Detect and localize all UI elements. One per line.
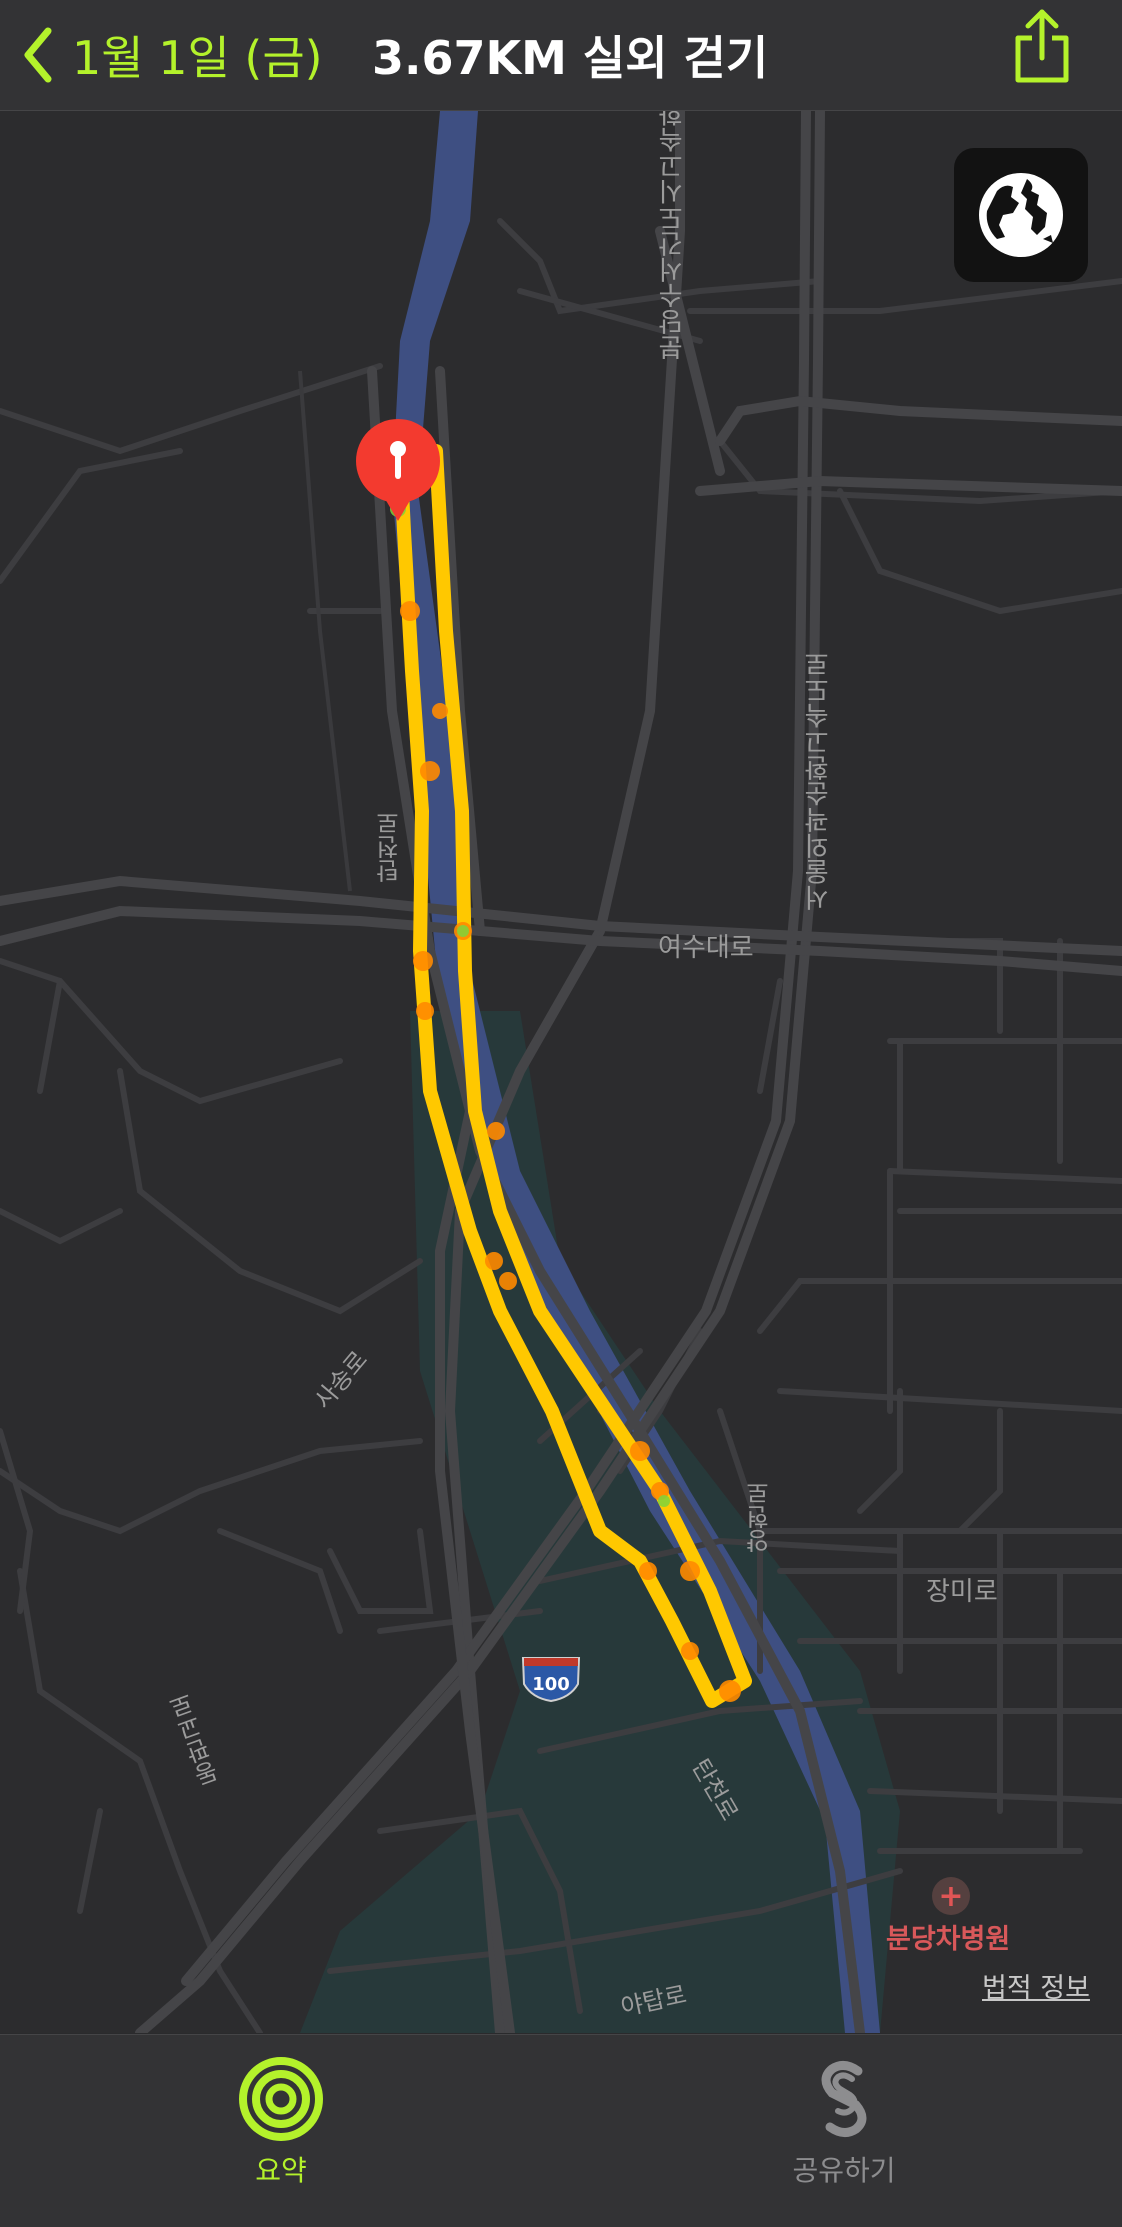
minor-road <box>777 1388 1122 1414</box>
pace-marker <box>719 1680 741 1702</box>
pace-marker <box>400 601 420 621</box>
minor-road <box>217 1528 343 1634</box>
minor-road <box>0 1208 123 1245</box>
pace-marker <box>485 1252 503 1270</box>
minor-road <box>0 448 183 584</box>
minor-road <box>757 1278 1122 1334</box>
slow-marker <box>658 1495 670 1507</box>
road-label: 양현로 <box>746 1481 774 1553</box>
road-label: 장미로 <box>926 1577 998 1607</box>
tab-sharing-label: 공유하기 <box>792 2154 896 2187</box>
minor-road <box>867 1788 1122 1804</box>
pace-marker <box>487 1122 505 1140</box>
activity-rings-icon <box>239 2057 323 2141</box>
minor-road <box>0 1428 34 1614</box>
minor-road <box>957 1408 1003 1534</box>
minor-road <box>837 488 1122 615</box>
workout-title: 3.67KM 실외 걷기 <box>372 31 769 85</box>
route-100-shield-icon: 100 <box>521 1657 581 1703</box>
back-label: 1월 1일 (금) <box>72 31 323 85</box>
overpass <box>715 395 1122 446</box>
map-canvas <box>0 111 1122 2033</box>
navigation-bar: 1월 1일 (금) 3.67KM 실외 걷기 <box>0 0 1122 111</box>
route-shield: 100 <box>520 1654 582 1703</box>
pace-marker <box>499 1272 517 1290</box>
back-button[interactable]: 1월 1일 (금) <box>22 10 323 100</box>
minor-road <box>77 1808 103 1914</box>
route-map[interactable]: 분당수서간도시고속화 서울외곽순환고속도로 탄천로 여수대로 사송로 양현로 장… <box>0 111 1122 2033</box>
start-pin-icon[interactable] <box>354 417 444 525</box>
minor-road <box>887 1168 1122 1184</box>
overpass <box>695 475 1122 496</box>
legal-info-link[interactable]: 법적 정보 <box>982 1966 1090 2005</box>
pace-marker <box>630 1441 650 1461</box>
road-label: 분당수서간도시고속화 <box>658 111 688 361</box>
tab-summary-label: 요약 <box>255 2154 307 2187</box>
sharing-icon <box>821 2061 867 2137</box>
minor-road <box>327 1528 434 1614</box>
pace-marker <box>420 761 440 781</box>
pace-marker <box>680 1561 700 1581</box>
pace-marker <box>639 1562 657 1580</box>
chevron-left-icon <box>24 27 52 83</box>
minor-road <box>857 1388 903 1514</box>
share-icon <box>1015 9 1069 83</box>
tab-bar: 요약 공유하기 <box>0 2034 1122 2227</box>
road-label: 여수대로 <box>658 933 754 963</box>
pace-marker <box>432 703 448 719</box>
tab-sharing[interactable]: 공유하기 <box>744 2055 944 2189</box>
pace-marker <box>681 1642 699 1660</box>
tab-summary[interactable]: 요약 <box>181 2055 381 2189</box>
pace-marker <box>416 1002 434 1020</box>
hospital-label[interactable]: 분당차병원 <box>886 1917 1010 1956</box>
minor-road <box>0 1438 423 1535</box>
road-label: 서울외곽순환고속도로 <box>804 651 834 911</box>
minor-road <box>37 978 63 1094</box>
rail-line <box>298 370 352 892</box>
map-style-button[interactable] <box>954 148 1088 282</box>
minor-road <box>0 363 383 455</box>
share-button[interactable] <box>1010 6 1074 86</box>
minor-road <box>17 1568 263 2033</box>
route-number: 100 <box>532 1674 570 1695</box>
pace-marker <box>413 951 433 971</box>
road-label: 탄천로 <box>376 811 404 883</box>
hospital-icon[interactable]: + <box>932 1877 970 1915</box>
globe-icon <box>979 173 1063 257</box>
slow-marker <box>457 925 469 937</box>
minor-road <box>117 1068 423 1315</box>
